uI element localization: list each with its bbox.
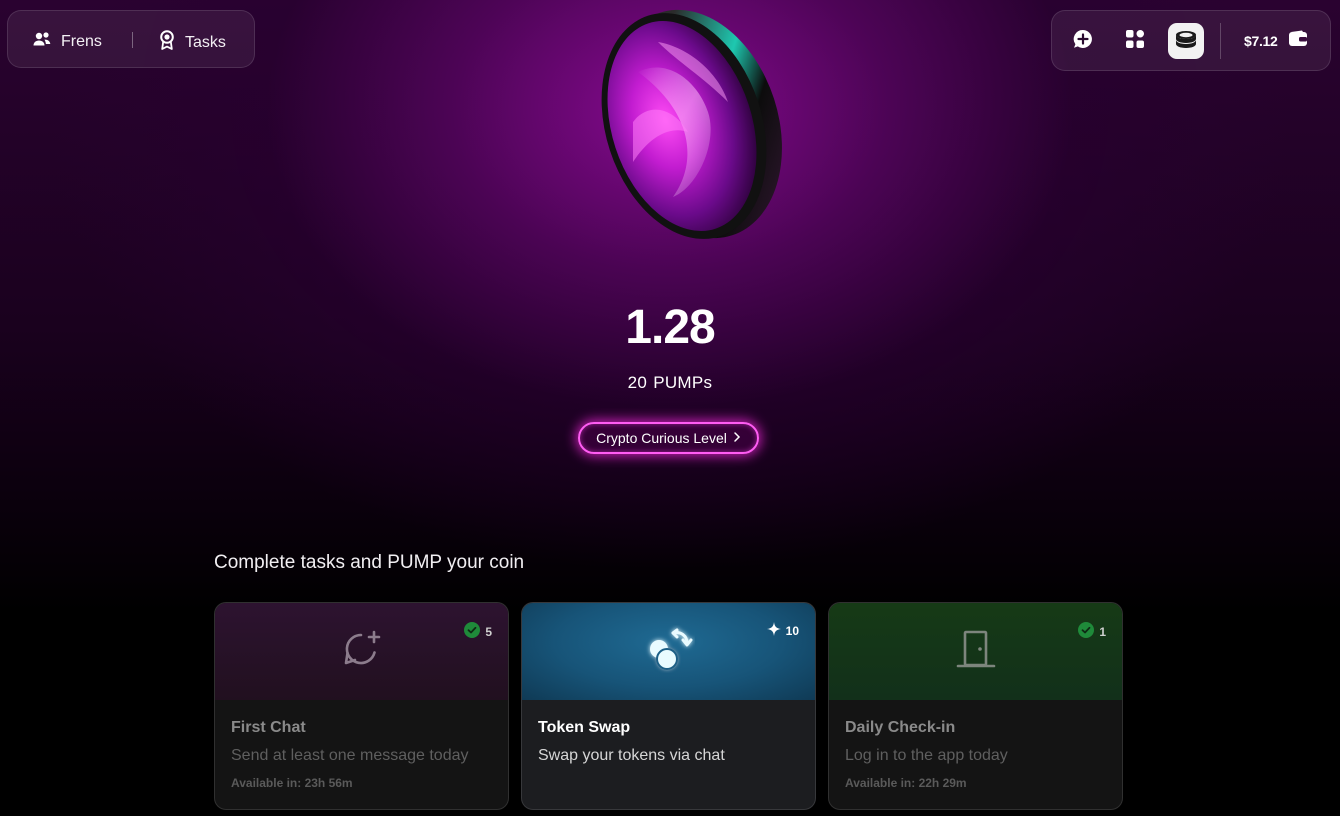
task-availability: Available in: 22h 29m xyxy=(845,776,967,790)
task-card-header: 1 xyxy=(829,603,1122,700)
door-icon xyxy=(954,627,998,676)
chat-add-icon xyxy=(342,629,382,674)
reward-value: 5 xyxy=(485,624,492,639)
tasks-label: Tasks xyxy=(185,33,226,51)
top-left-nav: Frens Tasks xyxy=(7,10,255,68)
check-circle-icon xyxy=(1078,622,1095,641)
apps-button[interactable] xyxy=(1117,23,1153,59)
task-description: Log in to the app today xyxy=(845,747,1008,764)
wallet-balance: $7.12 xyxy=(1244,32,1278,49)
reward-badge: 1 xyxy=(1078,622,1106,641)
pumps-unit: PUMPs xyxy=(653,373,713,392)
level-button[interactable]: Crypto Curious Level xyxy=(578,422,759,454)
chat-button[interactable] xyxy=(1065,23,1101,59)
reward-badge: 10 xyxy=(766,622,799,639)
check-circle-icon xyxy=(464,622,481,641)
task-availability: Available in: 23h 56m xyxy=(231,776,353,790)
nav-divider xyxy=(132,32,133,48)
chat-plus-icon xyxy=(1072,28,1094,55)
tasks-nav-button[interactable]: Tasks xyxy=(158,30,226,55)
tasks-section-title: Complete tasks and PUMP your coin xyxy=(214,552,525,573)
nav-right-divider xyxy=(1220,23,1221,59)
coin-balance: 1.28 xyxy=(625,301,715,354)
task-card-header: 10 xyxy=(522,603,815,700)
task-card-daily-check-in[interactable]: 1 Daily Check-in Log in to the app today… xyxy=(828,602,1123,810)
pump-coin-image xyxy=(578,2,788,252)
pumps-count: 20 PUMPs xyxy=(0,373,1340,393)
wallet-icon xyxy=(1288,30,1308,51)
wallet-button[interactable]: $7.12 xyxy=(1244,30,1308,51)
frens-label: Frens xyxy=(61,32,102,50)
top-right-nav: $7.12 xyxy=(1051,10,1331,71)
task-card-first-chat[interactable]: 5 First Chat Send at least one message t… xyxy=(214,602,509,810)
award-ribbon-icon xyxy=(158,30,176,55)
apps-grid-icon xyxy=(1125,29,1145,54)
frens-nav-button[interactable]: Frens xyxy=(32,30,102,53)
coins-stack-icon xyxy=(1173,29,1199,54)
task-description: Swap your tokens via chat xyxy=(538,747,725,764)
task-card-header: 5 xyxy=(215,603,508,700)
sparkle-icon xyxy=(766,622,781,639)
users-icon xyxy=(32,30,52,53)
token-swap-icon xyxy=(643,625,695,678)
level-label: Crypto Curious Level xyxy=(596,430,727,446)
task-description: Send at least one message today xyxy=(231,747,469,764)
pumps-count-value: 20 xyxy=(627,373,648,392)
task-title: First Chat xyxy=(231,719,306,736)
task-title: Daily Check-in xyxy=(845,719,956,736)
chevron-right-icon xyxy=(733,430,741,446)
reward-value: 10 xyxy=(785,623,799,638)
coins-button[interactable] xyxy=(1168,23,1204,59)
reward-value: 1 xyxy=(1099,624,1106,639)
reward-badge: 5 xyxy=(464,622,492,641)
task-card-token-swap[interactable]: 10 Token Swap Swap your tokens via chat xyxy=(521,602,816,810)
task-title: Token Swap xyxy=(538,719,631,736)
